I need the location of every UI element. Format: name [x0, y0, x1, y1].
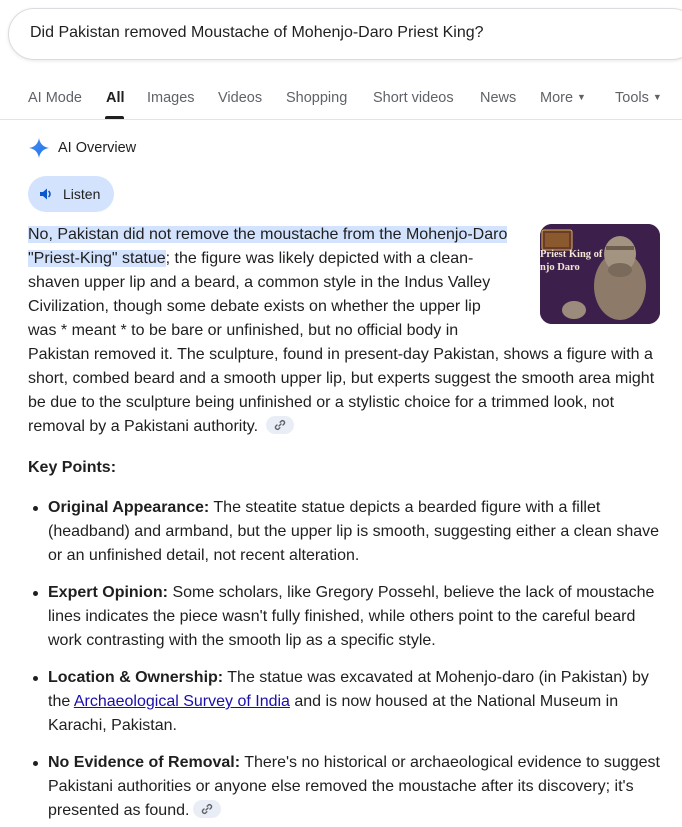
sparkle-icon	[28, 137, 50, 159]
key-point-title: Expert Opinion:	[48, 584, 168, 601]
tab-all[interactable]: All	[106, 90, 125, 106]
key-points-title: Key Points:	[28, 459, 117, 476]
tab-shopping[interactable]: Shopping	[286, 90, 347, 106]
tab-tools[interactable]: Tools ▼	[615, 90, 662, 106]
chevron-down-icon: ▼	[577, 92, 586, 102]
search-box[interactable]: Did Pakistan removed Moustache of Mohenj…	[8, 8, 682, 60]
ai-overview-header: AI Overview	[28, 136, 136, 160]
listen-label: Listen	[63, 186, 101, 202]
thumbnail-caption: Priest King of njo Daro	[540, 248, 602, 274]
tab-ai-mode[interactable]: AI Mode	[28, 90, 82, 106]
source-link-button[interactable]	[266, 416, 295, 434]
tab-more-label: More	[540, 90, 574, 106]
priest-king-thumbnail[interactable]: Priest King of njo Daro	[540, 224, 660, 324]
search-tabs: AI Mode All Images Videos Shopping Short…	[0, 84, 682, 120]
ai-overview-title: AI Overview	[58, 140, 137, 156]
thumbnail-caption-line-1: Priest King of	[540, 249, 603, 260]
source-link-button[interactable]	[193, 800, 222, 818]
thumbnail-caption-line-2: njo Daro	[540, 262, 580, 273]
tab-videos[interactable]: Videos	[218, 90, 262, 106]
link-icon	[202, 804, 213, 814]
listen-button[interactable]: Listen	[28, 176, 114, 212]
list-item: No Evidence of Removal: There's no histo…	[28, 751, 668, 823]
ai-overview-body: Priest King of njo Daro No, Pakistan did…	[28, 223, 660, 439]
list-item: Location & Ownership: The statue was exc…	[28, 666, 668, 738]
search-input[interactable]: Did Pakistan removed Moustache of Mohenj…	[30, 24, 484, 42]
list-item: Expert Opinion: Some scholars, like Greg…	[28, 581, 668, 653]
speaker-icon	[40, 188, 51, 200]
list-item: Original Appearance: The steatite statue…	[28, 496, 668, 568]
chevron-down-icon: ▼	[652, 92, 662, 102]
link-icon	[275, 420, 286, 430]
key-point-title: Original Appearance:	[48, 499, 210, 516]
key-points-list: Original Appearance: The steatite statue…	[28, 496, 668, 827]
tab-news[interactable]: News	[480, 90, 516, 106]
tab-more[interactable]: More ▼	[540, 90, 586, 106]
active-tab-indicator	[105, 116, 124, 119]
key-point-title: Location & Ownership:	[48, 669, 224, 686]
key-point-title: No Evidence of Removal:	[48, 754, 241, 771]
tab-short-videos[interactable]: Short videos	[373, 90, 454, 106]
tab-images[interactable]: Images	[147, 90, 195, 106]
archaeological-survey-link[interactable]: Archaeological Survey of India	[74, 693, 290, 710]
tab-tools-label: Tools	[615, 90, 649, 106]
thumbnail-image	[540, 224, 660, 324]
